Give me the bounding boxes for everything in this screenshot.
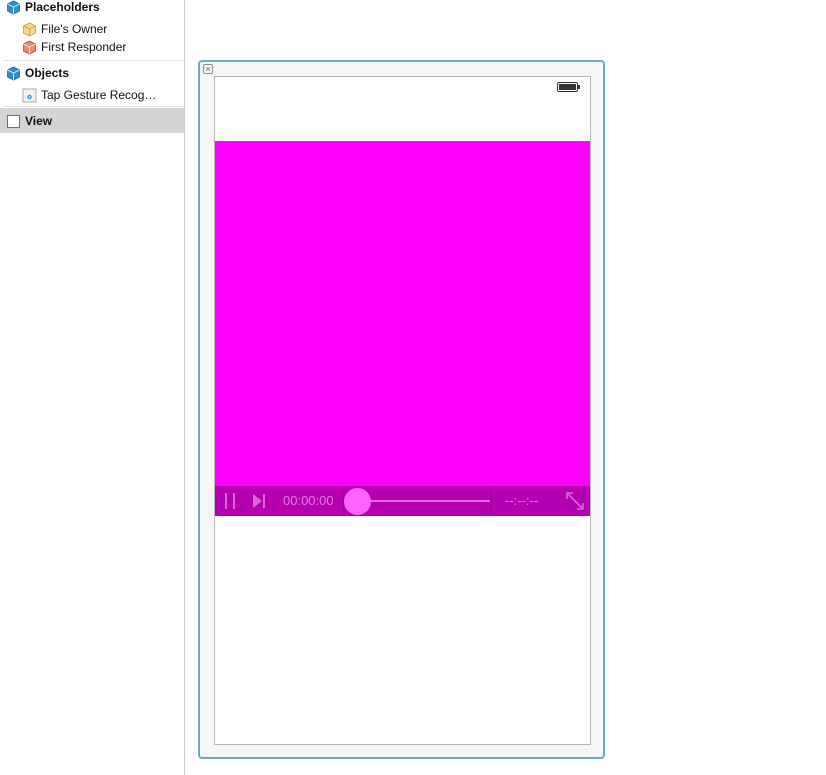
files-owner-cube-icon <box>23 22 36 36</box>
pause-icon[interactable] <box>223 493 237 509</box>
outline-separator <box>4 106 184 107</box>
outline-item-view[interactable]: View <box>6 112 52 130</box>
tap-gesture-recognizer-icon <box>22 88 37 102</box>
view-icon <box>7 114 20 128</box>
battery-icon <box>557 82 580 92</box>
skip-forward-icon[interactable] <box>252 494 266 508</box>
remaining-time: --:--:-- <box>505 493 539 508</box>
close-icon[interactable]: × <box>203 64 213 74</box>
outline-separator <box>4 60 184 61</box>
outline-item-files-owner[interactable]: File's Owner <box>22 20 107 38</box>
view-label: View <box>25 114 53 128</box>
files-owner-label: File's Owner <box>41 22 108 36</box>
progress-track[interactable] <box>358 500 490 502</box>
tap-gesture-label: Tap Gesture Recog… <box>41 88 157 102</box>
outline-item-first-responder[interactable]: First Responder <box>22 38 126 56</box>
controls-divider <box>490 486 491 516</box>
objects-section[interactable]: Objects <box>6 64 69 82</box>
movie-player-view[interactable] <box>215 141 590 486</box>
objects-title: Objects <box>25 66 70 80</box>
objects-cube-icon <box>7 66 20 80</box>
elapsed-time: 00:00:00 <box>283 493 334 508</box>
placeholders-cube-icon <box>7 0 20 14</box>
player-controls: 00:00:00 --:--:-- <box>215 486 590 516</box>
outline-item-tap-gesture[interactable]: Tap Gesture Recog… <box>22 86 156 104</box>
first-responder-label: First Responder <box>41 40 127 54</box>
document-outline: Placeholders File's Owner First Responde… <box>0 0 185 775</box>
progress-knob[interactable] <box>344 488 371 515</box>
fullscreen-icon[interactable] <box>565 491 585 511</box>
first-responder-cube-icon <box>23 40 36 54</box>
placeholders-title: Placeholders <box>25 0 100 14</box>
placeholders-section[interactable]: Placeholders <box>6 0 100 16</box>
